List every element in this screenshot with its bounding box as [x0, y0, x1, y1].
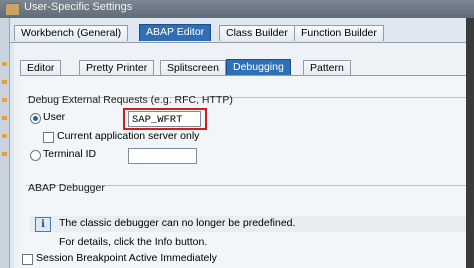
tab-debugging[interactable]: Debugging — [226, 59, 291, 76]
user-label: User — [43, 111, 66, 123]
tab-splitscreen[interactable]: Splitscreen — [160, 60, 226, 76]
terminal-id-label: Terminal ID — [43, 148, 97, 160]
terminal-id-radio[interactable] — [30, 150, 41, 161]
current-app-server-label: Current application server only — [57, 130, 200, 142]
session-breakpoint-checkbox[interactable] — [22, 254, 33, 265]
debug-external-requests-group — [26, 97, 466, 188]
tab-abap-editor[interactable]: ABAP Editor — [139, 24, 212, 41]
user-radio[interactable] — [30, 113, 41, 124]
right-background-strip — [465, 18, 474, 268]
session-breakpoint-label: Session Breakpoint Active Immediately — [36, 252, 217, 264]
background-icon — [2, 98, 7, 102]
background-icon — [2, 134, 7, 138]
window-title: User-Specific Settings — [24, 1, 133, 13]
tab-pretty-printer[interactable]: Pretty Printer — [79, 60, 155, 76]
info-message-line2: For details, click the Info button. — [59, 236, 208, 248]
info-icon[interactable]: i — [35, 217, 51, 232]
left-background-strip — [0, 18, 9, 268]
background-icon — [2, 80, 7, 84]
tab-editor[interactable]: Editor — [20, 60, 62, 76]
info-message-row: i The classic debugger can no longer be … — [30, 216, 466, 232]
tab-pattern[interactable]: Pattern — [303, 60, 351, 76]
settings-window: Workbench (General) ABAP Editor Class Bu… — [9, 18, 466, 268]
app-icon — [5, 3, 20, 16]
background-icon — [2, 116, 7, 120]
tab-workbench-general[interactable]: Workbench (General) — [14, 25, 129, 41]
tab-function-builder[interactable]: Function Builder — [294, 25, 384, 41]
title-bar: User-Specific Settings — [0, 0, 474, 18]
tab-class-builder[interactable]: Class Builder — [219, 25, 295, 41]
highlight-box — [123, 108, 207, 130]
current-app-server-checkbox[interactable] — [43, 132, 54, 143]
info-message-line1: The classic debugger can no longer be pr… — [59, 217, 296, 229]
terminal-id-input[interactable] — [128, 148, 197, 164]
debug-external-requests-title: Debug External Requests (e.g. RFC, HTTP) — [28, 94, 233, 106]
abap-debugger-title: ABAP Debugger — [28, 182, 105, 194]
background-icon — [2, 62, 7, 66]
background-icon — [2, 152, 7, 156]
main-tab-strip: Workbench (General) ABAP Editor Class Bu… — [10, 24, 466, 42]
